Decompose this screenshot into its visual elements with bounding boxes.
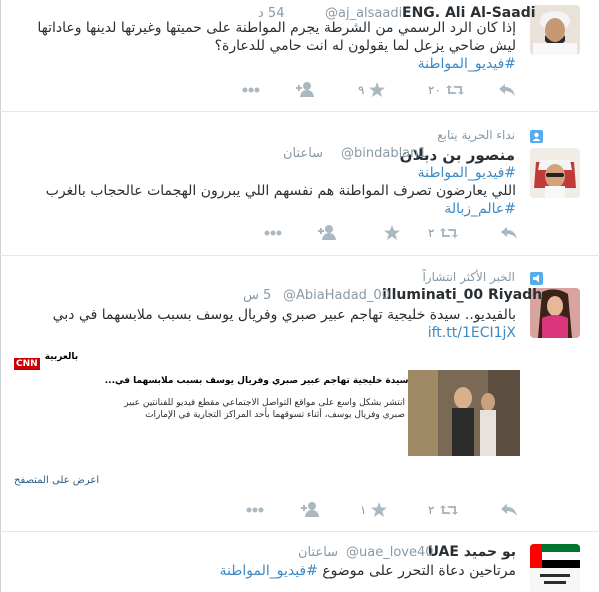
follow-button[interactable] xyxy=(301,502,321,522)
cnn-logo-mark: CNN xyxy=(14,358,40,370)
hashtag-link[interactable]: #فيديو_المواطنة xyxy=(219,563,317,579)
tweet-2[interactable]: نداء الحرية يتابع منصور بن دبلان @bindab… xyxy=(0,112,600,256)
ellipsis-icon xyxy=(264,230,282,235)
author-handle[interactable]: @uae_love40 xyxy=(346,545,434,560)
follow-context-icon xyxy=(530,128,543,147)
add-user-icon xyxy=(318,225,336,240)
star-icon xyxy=(384,225,401,240)
hashtag-link[interactable]: #فيديو_المواطنة xyxy=(418,164,516,182)
tweet-actions: ٢٠ ٩ xyxy=(0,82,600,102)
more-button[interactable] xyxy=(242,82,260,102)
tweet-timestamp[interactable]: ساعتان xyxy=(298,545,338,560)
social-context[interactable]: الخبر الأكثر انتشاراً xyxy=(422,270,515,284)
ellipsis-icon xyxy=(246,507,264,512)
cnn-logo: CNN بالعربية xyxy=(14,351,79,370)
add-user-icon xyxy=(301,502,319,517)
more-button[interactable] xyxy=(246,502,264,522)
author-handle[interactable]: @AbiaHadad_00 xyxy=(283,288,390,303)
author-name[interactable]: بو حميد UAE xyxy=(428,544,516,560)
retweet-icon xyxy=(439,227,458,238)
retweet-count: ٢ xyxy=(428,225,435,240)
tweet-text-line-2: ليش ضاحي يزعل لما يقولون له انت حامي للد… xyxy=(214,38,516,54)
ellipsis-icon xyxy=(242,87,260,92)
tweet-actions: ٢ ١ xyxy=(0,502,600,522)
avatar[interactable] xyxy=(530,148,580,198)
tweet-3[interactable]: الخبر الأكثر انتشاراً illuminati_00 Riya… xyxy=(0,256,600,532)
tweet-1[interactable]: ENG. Ali Al-Saadi @aj_alsaadi 54 د إذا ك… xyxy=(0,0,600,112)
hashtag-link[interactable]: #عالم_زبالة xyxy=(444,200,516,218)
favorite-count: ١ xyxy=(360,502,367,517)
retweet-icon xyxy=(446,84,465,95)
hashtag-link[interactable]: #فيديو_المواطنة xyxy=(418,55,516,73)
reply-icon xyxy=(499,83,515,96)
tweet-text: اللي يعارضون تصرف المواطنة هم نفسهم اللي… xyxy=(45,183,516,199)
retweet-count: ٢٠ xyxy=(428,82,441,97)
reply-button[interactable] xyxy=(500,502,518,522)
view-in-browser-link[interactable]: اعرض على المتصفح xyxy=(14,475,99,486)
tweet-actions: ٢ xyxy=(0,225,600,245)
tweet-text: بالفيديو.. سيدة خليجية تهاجم عبير صبري و… xyxy=(52,307,516,323)
tweet-text-line-1: إذا كان الرد الرسمي من الشرطة يجرم الموا… xyxy=(37,20,516,36)
reply-icon xyxy=(501,503,517,516)
author-name[interactable]: illuminati_00 Riyadh xyxy=(382,287,542,303)
follow-button[interactable] xyxy=(296,82,316,102)
follow-button[interactable] xyxy=(318,225,338,245)
favorite-button[interactable]: ٩ xyxy=(354,82,385,102)
tweet-timestamp[interactable]: ساعتان xyxy=(283,146,323,161)
cnn-logo-sub: بالعربية xyxy=(44,352,79,362)
favorite-count: ٩ xyxy=(358,82,365,97)
tweet-text: مرتاحين دعاة التحرر على موضوع #فيديو_الم… xyxy=(219,562,516,580)
retweet-button[interactable]: ٢ xyxy=(424,502,459,522)
social-context[interactable]: نداء الحرية يتابع xyxy=(437,128,515,142)
retweet-icon xyxy=(439,504,458,515)
card-title[interactable]: بالفيديو.. سيدة خليجية تهاجم عبير صبري و… xyxy=(105,376,453,386)
favorite-button[interactable]: ١ xyxy=(356,502,387,522)
add-user-icon xyxy=(296,82,314,97)
card-thumbnail[interactable] xyxy=(408,370,520,456)
reply-icon xyxy=(501,226,517,239)
favorite-button[interactable] xyxy=(376,225,401,245)
tweet-text-body: مرتاحين دعاة التحرر على موضوع xyxy=(322,563,516,579)
author-handle[interactable]: @bindablan1 xyxy=(341,146,427,161)
retweet-count: ٢ xyxy=(428,502,435,517)
tweet-timestamp[interactable]: 5 س xyxy=(243,288,271,303)
reply-button[interactable] xyxy=(500,225,518,245)
link-card[interactable]: CNN بالعربية بالفيديو.. سيدة خليجية تهاج… xyxy=(10,346,525,516)
retweet-button[interactable]: ٢ xyxy=(424,225,459,245)
avatar[interactable] xyxy=(530,5,580,55)
star-icon xyxy=(368,82,385,97)
tweet-link[interactable]: ift.tt/1ECI1jX xyxy=(428,324,516,342)
reply-button[interactable] xyxy=(498,82,516,102)
retweet-button[interactable]: ٢٠ xyxy=(424,82,465,102)
card-description: انتشر بشكل واسع على مواقع التواصل الاجتم… xyxy=(124,398,405,420)
star-icon xyxy=(370,502,387,517)
more-button[interactable] xyxy=(264,225,282,245)
tweet-4[interactable]: بو حميد UAE @uae_love40 ساعتان مرتاحين د… xyxy=(0,532,600,592)
avatar[interactable] xyxy=(530,544,580,592)
